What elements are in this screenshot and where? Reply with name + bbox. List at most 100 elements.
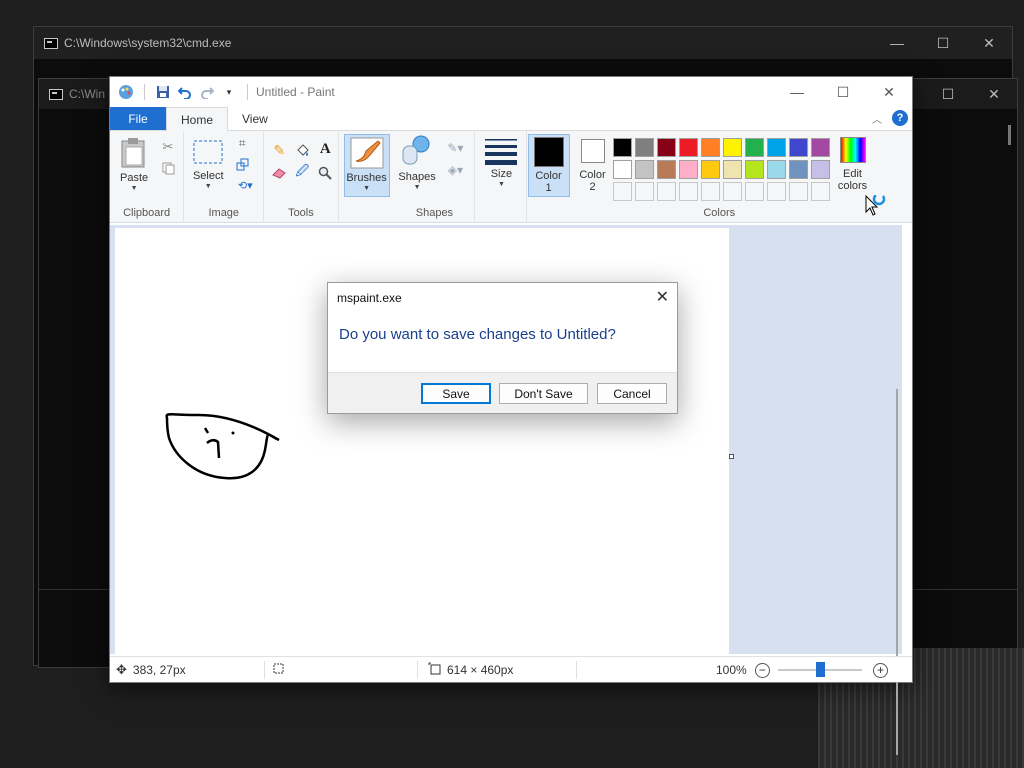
color-swatch[interactable] bbox=[722, 182, 742, 201]
color2-swatch bbox=[580, 139, 605, 163]
close-icon[interactable]: ✕ bbox=[971, 79, 1017, 109]
size-button[interactable]: Size ▼ bbox=[484, 137, 518, 188]
color-swatch[interactable] bbox=[788, 182, 808, 201]
color-swatch[interactable] bbox=[700, 160, 720, 179]
tools-group: ✎ A 🖉 Tools bbox=[264, 131, 339, 222]
tab-view[interactable]: View bbox=[228, 107, 282, 130]
clipboard-icon bbox=[121, 138, 145, 168]
color-swatch[interactable] bbox=[612, 138, 632, 157]
color-picker-icon[interactable]: 🖉 bbox=[294, 163, 310, 181]
line-size-icon bbox=[485, 139, 518, 165]
color-swatch[interactable] bbox=[678, 160, 698, 179]
pencil-icon[interactable]: ✎ bbox=[271, 142, 287, 158]
maximize-icon[interactable]: ☐ bbox=[920, 27, 966, 59]
paint-app-icon[interactable] bbox=[118, 84, 134, 100]
copy-icon[interactable] bbox=[160, 160, 176, 176]
color-swatch[interactable] bbox=[700, 182, 720, 201]
help-icon[interactable]: ? bbox=[892, 110, 908, 126]
color-swatch[interactable] bbox=[766, 138, 786, 157]
select-button[interactable]: Select ▼ bbox=[192, 137, 224, 190]
customize-qat-icon[interactable]: ▾ bbox=[221, 84, 237, 100]
shapes-button[interactable]: Shapes ▼ bbox=[398, 134, 436, 191]
shapes-icon bbox=[402, 135, 430, 165]
color-swatch[interactable] bbox=[656, 138, 676, 157]
outline-icon[interactable]: ✎▾ bbox=[442, 140, 468, 156]
cut-icon[interactable]: ✂ bbox=[160, 139, 176, 155]
minimize-icon[interactable]: — bbox=[774, 77, 820, 107]
color-swatch[interactable] bbox=[656, 182, 676, 201]
color-swatch[interactable] bbox=[656, 160, 676, 179]
color-swatch[interactable] bbox=[612, 160, 632, 179]
save-icon[interactable] bbox=[155, 84, 171, 100]
close-icon[interactable]: ✕ bbox=[866, 77, 912, 107]
color-swatch[interactable] bbox=[700, 138, 720, 157]
cmd-back-titlebar[interactable]: C:\Windows\system32\cmd.exe bbox=[34, 27, 1012, 59]
maximize-icon[interactable]: ☐ bbox=[925, 79, 971, 109]
paste-label: Paste bbox=[120, 172, 149, 184]
magnifier-icon[interactable] bbox=[317, 165, 333, 181]
color-swatch[interactable] bbox=[744, 182, 764, 201]
color-swatch[interactable] bbox=[810, 160, 830, 179]
color-swatch[interactable] bbox=[634, 138, 654, 157]
color-swatch[interactable] bbox=[722, 160, 742, 179]
eraser-icon[interactable] bbox=[271, 165, 287, 181]
color-swatch[interactable] bbox=[744, 138, 764, 157]
cancel-button[interactable]: Cancel bbox=[597, 383, 667, 404]
zoom-out-icon[interactable]: − bbox=[754, 662, 770, 678]
quick-access-toolbar: ▾ bbox=[110, 84, 252, 100]
color-swatch[interactable] bbox=[678, 138, 698, 157]
paste-button[interactable]: Paste ▼ bbox=[120, 137, 148, 192]
selection-size-icon bbox=[272, 662, 285, 678]
color2-button[interactable]: Color 2 bbox=[575, 137, 611, 193]
color1-button[interactable]: Color 1 bbox=[527, 134, 570, 197]
resize-icon[interactable] bbox=[234, 156, 250, 172]
color-swatch[interactable] bbox=[766, 160, 786, 179]
clipboard-group: Paste ▼ ✂ Clipboard bbox=[110, 131, 185, 222]
divider bbox=[144, 84, 145, 100]
undo-icon[interactable] bbox=[177, 84, 193, 100]
zoom-slider[interactable] bbox=[778, 657, 862, 683]
chevron-down-icon: ▼ bbox=[497, 181, 505, 188]
collapse-ribbon-icon[interactable]: ︿ bbox=[872, 111, 882, 126]
fill-icon[interactable] bbox=[294, 142, 310, 158]
edit-colors-label-2: colors bbox=[837, 180, 868, 192]
color-swatch[interactable] bbox=[634, 160, 654, 179]
tab-home[interactable]: Home bbox=[166, 107, 229, 131]
select-icon bbox=[193, 140, 223, 164]
color-swatch[interactable] bbox=[810, 182, 830, 201]
color-swatch[interactable] bbox=[722, 138, 742, 157]
minimize-icon[interactable]: — bbox=[874, 27, 920, 59]
redo-icon[interactable] bbox=[199, 84, 215, 100]
color-swatch[interactable] bbox=[678, 182, 698, 201]
fill-shape-icon[interactable]: ◈▾ bbox=[442, 162, 468, 178]
close-icon[interactable]: ✕ bbox=[656, 287, 669, 307]
size-group: Size ▼ bbox=[475, 131, 527, 222]
zoom-slider-thumb[interactable] bbox=[816, 662, 825, 677]
image-size-icon bbox=[428, 662, 441, 678]
color-swatch[interactable] bbox=[766, 182, 786, 201]
rotate-icon[interactable]: ⟲▾ bbox=[234, 177, 256, 193]
color-swatch[interactable] bbox=[744, 160, 764, 179]
save-button[interactable]: Save bbox=[421, 383, 491, 404]
vertical-scrollbar[interactable] bbox=[896, 389, 898, 755]
color-swatch[interactable] bbox=[788, 160, 808, 179]
edit-colors-button[interactable]: Edit colors bbox=[835, 137, 871, 192]
zoom-in-icon[interactable]: + bbox=[873, 662, 888, 678]
colors-group-label: Colors bbox=[703, 207, 736, 219]
cmd-scrollbar[interactable] bbox=[1008, 125, 1011, 145]
color-swatch[interactable] bbox=[810, 138, 830, 157]
maximize-icon[interactable]: ☐ bbox=[820, 77, 866, 107]
close-icon[interactable]: ✕ bbox=[966, 27, 1012, 59]
text-icon[interactable]: A bbox=[317, 141, 333, 157]
brushes-button[interactable]: Brushes ▼ bbox=[343, 134, 390, 197]
dont-save-button[interactable]: Don't Save bbox=[499, 383, 588, 404]
paint-titlebar[interactable]: ▾ Untitled - Paint — ☐ ✕ bbox=[110, 77, 912, 107]
tools-group-label: Tools bbox=[288, 207, 314, 219]
color-swatch[interactable] bbox=[612, 182, 632, 201]
tab-file[interactable]: File bbox=[110, 107, 166, 130]
chevron-down-icon: ▼ bbox=[363, 185, 370, 192]
color-swatch[interactable] bbox=[788, 138, 808, 157]
crop-icon[interactable]: ⌗ bbox=[234, 135, 250, 151]
color-swatch[interactable] bbox=[634, 182, 654, 201]
resize-handle[interactable] bbox=[729, 454, 734, 459]
